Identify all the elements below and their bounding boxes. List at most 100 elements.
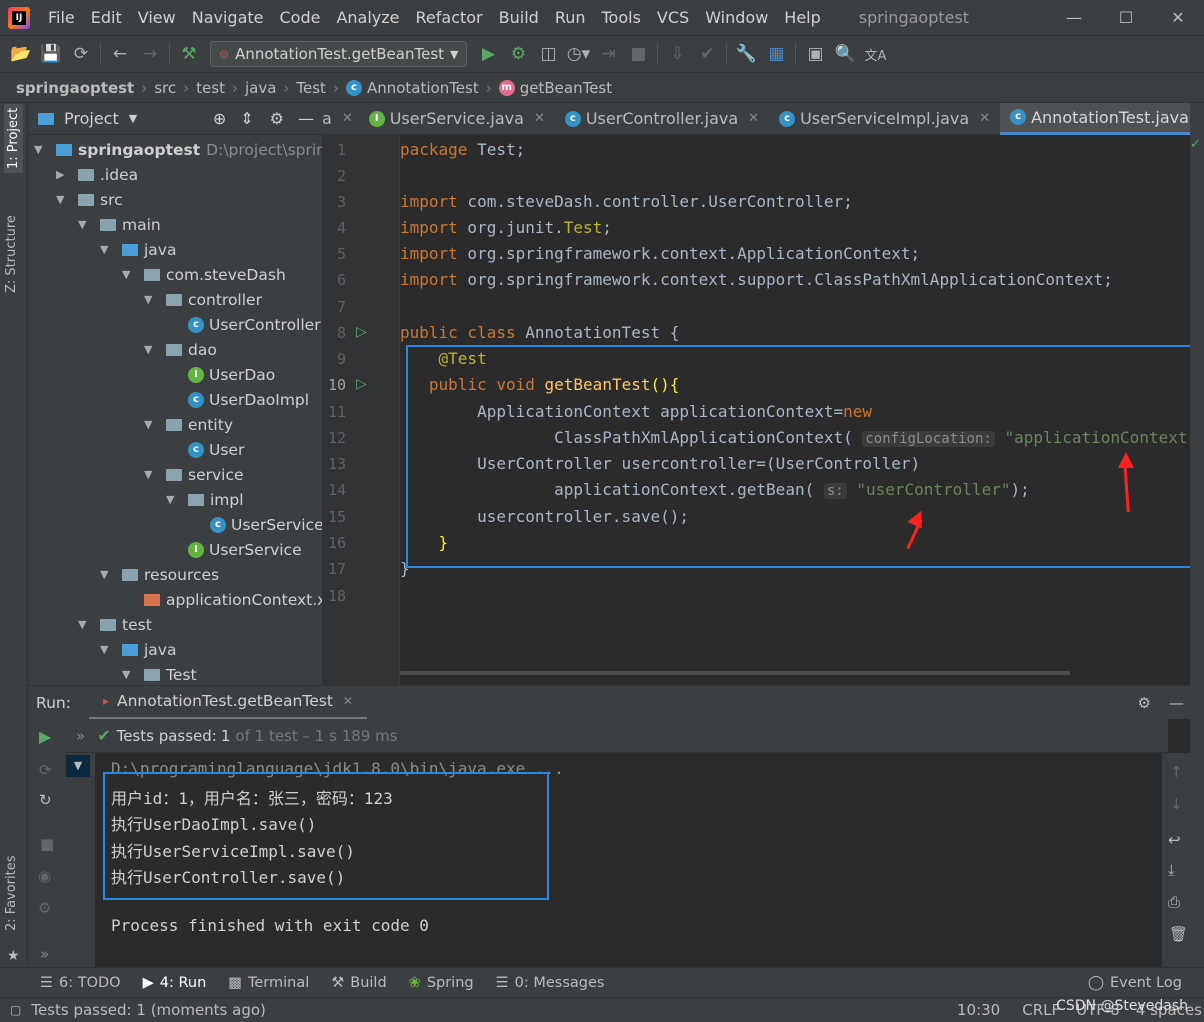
- tree-item[interactable]: I UserDao: [166, 362, 275, 387]
- breadcrumb-item-src[interactable]: src: [154, 79, 176, 97]
- chevron-down-icon[interactable]: ▼: [144, 468, 158, 481]
- menu-navigate[interactable]: Navigate: [184, 8, 272, 27]
- menu-analyze[interactable]: Analyze: [328, 8, 407, 27]
- tree-item[interactable]: ▼ resources: [100, 562, 219, 587]
- gear-icon[interactable]: ⚙: [1138, 694, 1151, 712]
- layout-toggle-icon[interactable]: ▢: [10, 1003, 21, 1017]
- tree-item[interactable]: ▼ java: [100, 237, 176, 262]
- vcs-commit-icon[interactable]: ✔: [692, 39, 722, 69]
- breadcrumb-item-class[interactable]: AnnotationTest: [367, 79, 479, 97]
- close-window-button[interactable]: ✕: [1152, 8, 1204, 27]
- save-all-icon[interactable]: 💾: [36, 39, 66, 69]
- translate-icon[interactable]: 文A: [860, 39, 890, 69]
- breadcrumb-item-java[interactable]: java: [245, 79, 276, 97]
- locate-target-icon[interactable]: ⊕: [213, 109, 226, 128]
- tree-item[interactable]: ▼ controller: [144, 287, 262, 312]
- tree-item[interactable]: ▼ test: [78, 612, 152, 637]
- tree-item[interactable]: c User: [166, 437, 244, 462]
- chevron-right-icon[interactable]: ▶: [56, 168, 70, 181]
- line-separator[interactable]: CRLF: [1022, 1001, 1060, 1019]
- pin-icon[interactable]: ⚙: [38, 899, 51, 917]
- editor-tab[interactable]: c UserServiceImpl.java ✕: [769, 103, 1000, 135]
- close-icon[interactable]: ✕: [534, 111, 545, 126]
- menu-run[interactable]: Run: [547, 8, 594, 27]
- rerun-failed-icon[interactable]: ⟳: [39, 761, 52, 779]
- minimize-button[interactable]: —: [1048, 8, 1100, 27]
- maximize-button[interactable]: ☐: [1100, 8, 1152, 27]
- trash-icon[interactable]: 🗑: [1169, 925, 1188, 943]
- chevron-down-icon[interactable]: ▼: [34, 143, 48, 156]
- favorites-tool-tab[interactable]: 2: Favorites: [4, 855, 19, 931]
- tree-item[interactable]: ▼ main: [78, 212, 161, 237]
- stop-icon[interactable]: ■: [40, 835, 54, 853]
- chevron-down-icon[interactable]: ▼: [66, 755, 90, 777]
- caret-position[interactable]: 10:30: [957, 1001, 1000, 1019]
- tab-terminal[interactable]: ▩ Terminal: [228, 975, 309, 991]
- breadcrumb-item-test[interactable]: test: [196, 79, 225, 97]
- chevron-down-icon[interactable]: ▼: [100, 243, 114, 256]
- coverage-icon[interactable]: ◫: [533, 39, 563, 69]
- tree-item[interactable]: ▼ src: [56, 187, 123, 212]
- menu-file[interactable]: File: [40, 8, 83, 27]
- run-tab[interactable]: ▸ AnnotationTest.getBeanTest ✕: [88, 686, 367, 720]
- chevron-down-icon[interactable]: ▼: [144, 343, 158, 356]
- close-icon[interactable]: ✕: [342, 111, 353, 126]
- chevron-down-icon[interactable]: ▼: [122, 668, 136, 681]
- editor-tab[interactable]: c UserController.java ✕: [555, 103, 769, 135]
- tree-item[interactable]: ▼ service: [144, 462, 244, 487]
- collapse-all-icon[interactable]: ⇕: [240, 109, 253, 128]
- horizontal-scrollbar[interactable]: [400, 671, 1070, 675]
- expand-more-icon[interactable]: »: [76, 727, 85, 745]
- tab-messages[interactable]: ☰ 0: Messages: [496, 975, 605, 991]
- sync-icon[interactable]: ⟳: [66, 39, 96, 69]
- tree-item[interactable]: ▼ entity: [144, 412, 233, 437]
- soft-wrap-icon[interactable]: ↩: [1168, 831, 1181, 849]
- back-arrow-icon[interactable]: ←: [105, 39, 135, 69]
- run-test-gutter-icon[interactable]: ▷: [356, 376, 367, 392]
- tree-item[interactable]: ▼ Test: [122, 662, 197, 685]
- search-icon[interactable]: 🔍: [830, 39, 860, 69]
- tree-item[interactable]: ▼ com.steveDash: [122, 262, 286, 287]
- structure-tool-tab[interactable]: Z: Structure: [4, 215, 19, 293]
- tree-item[interactable]: c UserDaoImpl: [166, 387, 309, 412]
- settings-wrench-icon[interactable]: 🔧: [731, 39, 761, 69]
- menu-build[interactable]: Build: [491, 8, 547, 27]
- chevron-down-icon[interactable]: ▼: [122, 268, 136, 281]
- breadcrumb-item-project[interactable]: springaoptest: [16, 79, 134, 97]
- menu-edit[interactable]: Edit: [83, 8, 130, 27]
- rerun-icon[interactable]: ▶: [39, 727, 51, 746]
- tree-item[interactable]: I UserService: [166, 537, 302, 562]
- vcs-update-icon[interactable]: ⇩: [662, 39, 692, 69]
- down-arrow-icon[interactable]: ↓: [1170, 795, 1183, 813]
- editor-tab[interactable]: a ✕: [322, 103, 359, 135]
- gear-icon[interactable]: ⚙: [270, 109, 284, 128]
- tree-item[interactable]: ▼ springaoptest D:\project\springaopt: [34, 137, 322, 162]
- chevron-down-icon[interactable]: ▼: [144, 293, 158, 306]
- menu-refactor[interactable]: Refactor: [408, 8, 491, 27]
- tab-spring[interactable]: ❀ Spring: [409, 975, 474, 991]
- chevron-down-icon[interactable]: ▼: [100, 568, 114, 581]
- tree-item[interactable]: ▼ impl: [166, 487, 244, 512]
- tree-item[interactable]: ▶ .idea: [56, 162, 138, 187]
- tree-item[interactable]: applicationContext.xml: [122, 587, 322, 612]
- breadcrumb-item-method[interactable]: getBeanTest: [520, 79, 612, 97]
- close-icon[interactable]: ✕: [343, 694, 353, 708]
- tree-item[interactable]: ▼ dao: [144, 337, 217, 362]
- tab-run[interactable]: ▶ 4: Run: [143, 975, 207, 991]
- tab-todo[interactable]: ☰ 6: TODO: [40, 975, 121, 991]
- editor-tab[interactable]: cAnnotationTest.java✕: [1000, 102, 1204, 135]
- build-hammer-icon[interactable]: ⚒: [174, 39, 204, 69]
- chevron-down-icon[interactable]: ▼: [78, 618, 92, 631]
- menu-tools[interactable]: Tools: [594, 8, 649, 27]
- chevron-down-icon[interactable]: ▼: [144, 418, 158, 431]
- chevron-down-icon[interactable]: ▼: [56, 193, 70, 206]
- print-icon[interactable]: ⎙: [1168, 893, 1180, 911]
- hide-panel-icon[interactable]: —: [1169, 694, 1184, 712]
- tab-build[interactable]: ⚒ Build: [331, 975, 386, 991]
- hide-panel-icon[interactable]: —: [298, 109, 314, 128]
- menu-code[interactable]: Code: [272, 8, 329, 27]
- close-icon[interactable]: ✕: [979, 111, 990, 126]
- tree-item[interactable]: c UserServiceImp: [188, 512, 322, 537]
- menu-vcs[interactable]: VCS: [649, 8, 697, 27]
- run-icon[interactable]: ▶: [473, 39, 503, 69]
